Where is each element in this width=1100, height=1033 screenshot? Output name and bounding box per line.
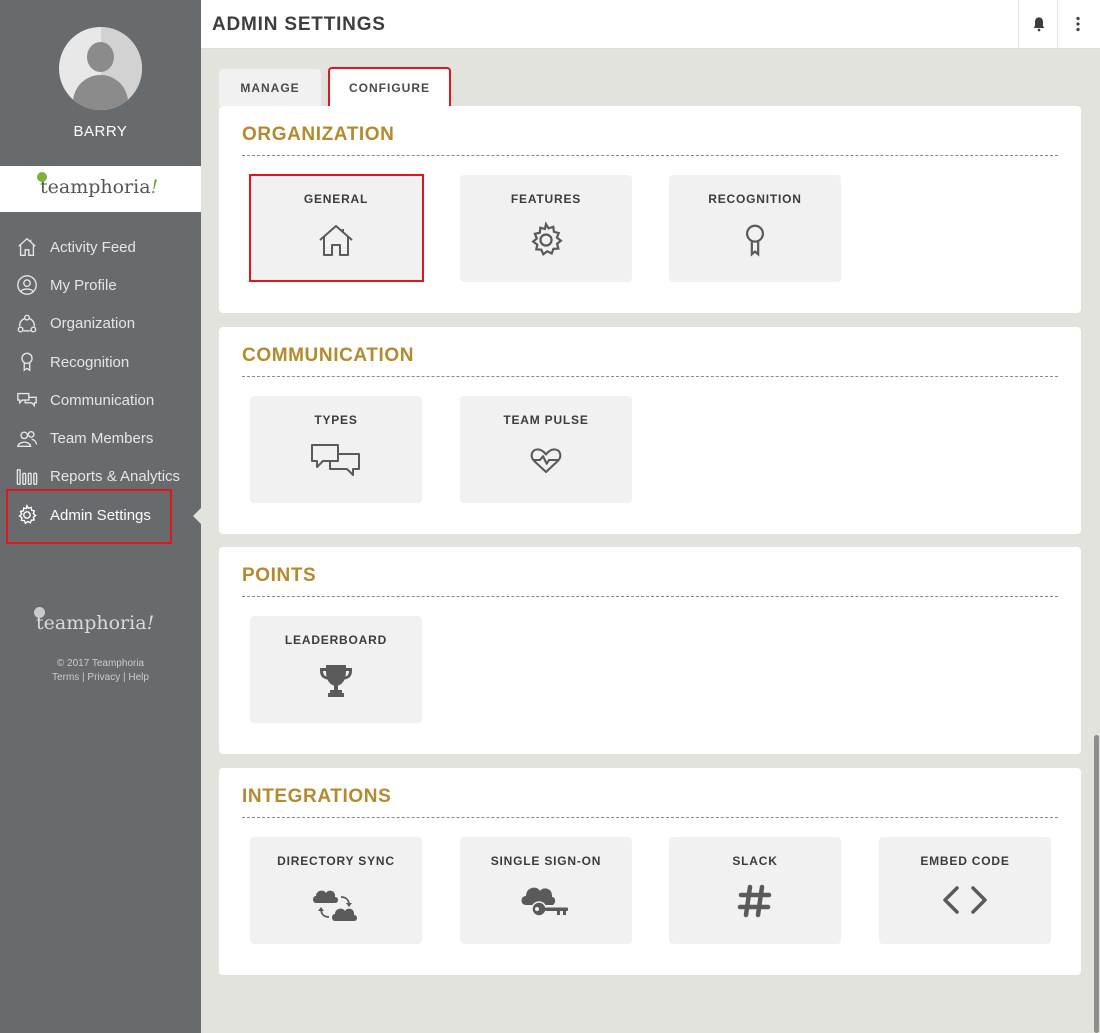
sidebar-item-label: Reports & Analytics <box>50 468 181 486</box>
tile-label: TYPES <box>314 413 358 427</box>
tile-label: SINGLE SIGN-ON <box>490 854 602 868</box>
copyright-text: © 2017 Teamphoria <box>56 658 145 669</box>
sidebar-item-communication[interactable]: Communication <box>0 381 201 419</box>
sidebar-footer: © 2017 Teamphoria Terms | Privacy | Help <box>0 657 201 685</box>
tile-recognition[interactable]: RECOGNITION <box>669 175 841 282</box>
tile-label: SLACK <box>732 854 778 868</box>
sidebar-item-activity-feed[interactable]: Activity Feed <box>0 228 201 266</box>
section-divider <box>242 596 1058 597</box>
admin-settings-highlight <box>6 489 172 544</box>
tab-manage[interactable]: MANAGE <box>219 69 321 106</box>
bell-icon <box>1033 17 1044 32</box>
user-circle-icon <box>17 275 37 296</box>
tile-slack[interactable]: SLACK <box>669 837 841 944</box>
tile-label: LEADERBOARD <box>284 633 388 647</box>
section-divider <box>242 155 1058 156</box>
code-brackets-icon <box>943 886 987 914</box>
tile-features[interactable]: FEATURES <box>460 175 632 282</box>
gear-icon <box>531 221 563 256</box>
page-title: ADMIN SETTINGS <box>212 14 386 35</box>
tile-directory-sync[interactable]: DIRECTORY SYNC <box>250 837 422 944</box>
tile-leaderboard[interactable]: LEADERBOARD <box>250 616 422 723</box>
sidebar-item-label: Organization <box>50 315 136 333</box>
user-name: BARRY <box>73 123 128 140</box>
sidebar-item-label: Recognition <box>50 353 130 371</box>
more-menu-button[interactable] <box>1057 0 1097 48</box>
sidebar-item-organization[interactable]: Organization <box>0 305 201 343</box>
chat-bubbles-icon <box>311 444 360 476</box>
organization-icon <box>17 314 37 333</box>
section-title: INTEGRATIONS <box>242 786 392 807</box>
kebab-menu-icon <box>1075 16 1080 32</box>
scrollbar[interactable] <box>1094 735 1099 1033</box>
footer-links[interactable]: Terms | Privacy | Help <box>0 671 201 685</box>
footer-logo: teamphoria! <box>34 607 154 634</box>
sidebar: BARRY teamphoria! Activity Feed My Profi… <box>0 0 201 1033</box>
hashtag-icon <box>737 884 772 918</box>
teamphoria-logo[interactable]: teamphoria! <box>37 172 158 198</box>
logo-bar: teamphoria! <box>0 166 201 212</box>
tile-embed-code[interactable]: EMBED CODE <box>879 837 1051 944</box>
tile-types[interactable]: TYPES <box>250 396 422 503</box>
tile-label: EMBED CODE <box>920 854 1010 868</box>
tile-label: RECOGNITION <box>708 192 802 206</box>
sidebar-item-recognition[interactable]: Recognition <box>0 343 201 381</box>
section-integrations: INTEGRATIONS DIRECTORY SYNC SINGLE SIGN-… <box>219 768 1081 975</box>
section-title: ORGANIZATION <box>242 124 395 145</box>
section-communication: COMMUNICATION TYPES TEAM PULSE <box>219 327 1081 534</box>
ribbon-icon <box>21 352 33 372</box>
award-ribbon-icon <box>745 224 765 257</box>
section-title: COMMUNICATION <box>242 345 415 366</box>
trophy-icon <box>320 665 352 697</box>
tile-label: TEAM PULSE <box>503 413 589 427</box>
tile-label: FEATURES <box>510 192 582 206</box>
sidebar-item-label: My Profile <box>50 276 117 294</box>
home-icon <box>18 237 36 257</box>
sidebar-item-my-profile[interactable]: My Profile <box>0 266 201 304</box>
team-icon <box>17 430 38 447</box>
tile-team-pulse[interactable]: TEAM PULSE <box>460 396 632 503</box>
sidebar-item-team-members[interactable]: Team Members <box>0 419 201 457</box>
section-divider <box>242 376 1058 377</box>
tab-configure[interactable]: CONFIGURE <box>328 67 451 106</box>
cloud-key-icon <box>521 887 568 917</box>
section-title: POINTS <box>242 565 317 586</box>
section-divider <box>242 817 1058 818</box>
notifications-button[interactable] <box>1018 0 1058 48</box>
cloud-sync-icon <box>313 890 357 921</box>
tile-label: DIRECTORY SYNC <box>277 854 395 868</box>
tile-single-sign-on[interactable]: SINGLE SIGN-ON <box>460 837 632 944</box>
section-points: POINTS LEADERBOARD <box>219 547 1081 754</box>
bars-icon <box>16 468 38 485</box>
avatar[interactable] <box>59 27 142 110</box>
sidebar-item-label: Communication <box>50 391 155 409</box>
chat-bubbles-icon <box>17 393 37 408</box>
general-tile-highlight <box>249 174 424 282</box>
sidebar-item-label: Activity Feed <box>50 238 136 256</box>
heart-pulse-icon <box>530 448 562 474</box>
sidebar-item-label: Team Members <box>50 430 154 448</box>
top-header: ADMIN SETTINGS <box>201 0 1100 49</box>
